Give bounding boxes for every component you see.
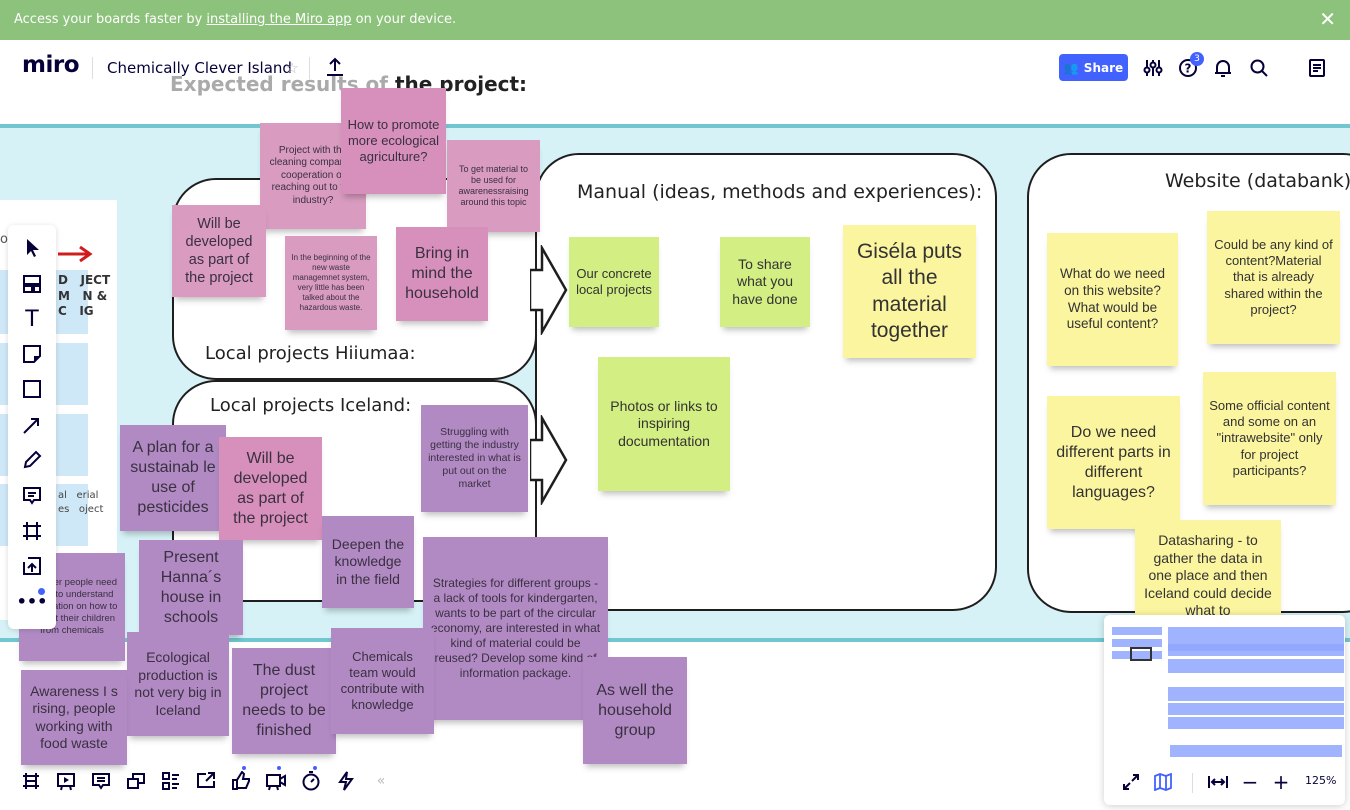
share-label: Share xyxy=(1083,60,1124,75)
notification-dot xyxy=(242,766,246,770)
sticky-note[interactable]: Present Hanna´s house in schools xyxy=(139,540,243,635)
red-arrow-icon xyxy=(58,245,93,263)
minimap-viewport[interactable] xyxy=(1130,647,1152,661)
creation-toolbar: T ••• xyxy=(8,225,56,629)
hiiumaa-label: Local projects Hiiumaa: xyxy=(205,343,416,364)
sticky-note[interactable]: To get material to be used for awareness… xyxy=(447,140,540,232)
sticky-note[interactable]: Do we need different parts in different … xyxy=(1047,396,1180,529)
bell-icon[interactable] xyxy=(1208,53,1238,83)
notification-dot xyxy=(38,588,45,595)
sticky-note[interactable]: The dust project needs to be finished xyxy=(232,648,336,754)
sticky-note[interactable]: To share what you have done xyxy=(720,237,810,327)
collaboration-toolbar: « xyxy=(16,766,396,798)
search-icon[interactable] xyxy=(1244,53,1274,83)
export-icon[interactable] xyxy=(320,52,350,82)
notes-panel-icon[interactable] xyxy=(1302,53,1332,83)
sticky-note[interactable]: Photos or links to inspiring documentati… xyxy=(598,357,730,491)
divider xyxy=(92,57,93,79)
sticky-note[interactable]: Our concrete local projects xyxy=(569,237,659,327)
board-title[interactable]: Chemically Clever Island xyxy=(107,59,292,77)
sticky-note[interactable]: As well the household group xyxy=(583,657,687,764)
fullscreen-icon[interactable] xyxy=(1116,767,1146,797)
share-screen-icon[interactable] xyxy=(191,766,221,796)
sticky-note[interactable]: Chemicals team would contribute with kno… xyxy=(331,628,434,734)
zoom-level[interactable]: 125% xyxy=(1305,774,1336,787)
video-chat-icon[interactable] xyxy=(261,766,291,796)
sticky-note[interactable]: Giséla puts all the material together xyxy=(843,225,976,358)
upload-icon[interactable] xyxy=(17,551,47,581)
arrow-right-icon xyxy=(530,415,568,505)
sticky-note[interactable]: Ecological production is not very big in… xyxy=(127,632,229,736)
sticky-note[interactable]: Will be developed as part of the project xyxy=(219,437,322,540)
users-icon: 👥 xyxy=(1063,60,1079,75)
connection-line-icon[interactable] xyxy=(17,410,47,440)
manual-label: Manual (ideas, methods and experiences): xyxy=(577,181,983,203)
kanban-list-icon[interactable] xyxy=(156,766,186,796)
divider xyxy=(309,57,310,79)
fit-to-screen-icon[interactable] xyxy=(1203,767,1233,797)
panel-cell-text: D JECT M N & C IG xyxy=(58,273,111,319)
lightning-icon[interactable] xyxy=(331,766,361,796)
templates-icon[interactable] xyxy=(17,269,47,299)
sticky-note[interactable]: What do we need on this website? What wo… xyxy=(1047,233,1178,366)
svg-text:?: ? xyxy=(1185,62,1192,76)
sticky-note[interactable]: In the beginning of the new waste manage… xyxy=(285,236,377,330)
banner-text-suffix: on your device. xyxy=(351,12,457,27)
sticky-note[interactable]: Could be any kind of content?Material th… xyxy=(1207,211,1340,344)
notification-dot xyxy=(277,766,281,770)
sticky-note[interactable]: How to promote more ecological agricultu… xyxy=(341,88,446,194)
sticky-note[interactable]: Struggling with getting the industry int… xyxy=(421,405,528,512)
iceland-label: Local projects Iceland: xyxy=(210,395,412,416)
presentation-icon[interactable] xyxy=(51,766,81,796)
minimap-view[interactable] xyxy=(1108,623,1344,758)
sticky-note[interactable]: Strategies for different groups - a lack… xyxy=(423,537,608,720)
star-icon[interactable]: ☆ xyxy=(277,53,307,83)
sticky-note[interactable]: Will be developed as part of the project xyxy=(172,205,266,297)
frames-icon[interactable] xyxy=(16,766,46,796)
cards-icon[interactable] xyxy=(121,766,151,796)
miro-logo[interactable]: miro xyxy=(22,52,80,78)
arrow-right-icon xyxy=(530,245,568,335)
frame-icon[interactable] xyxy=(17,516,47,546)
website-label: Website (databank): xyxy=(1165,170,1350,192)
map-icon[interactable] xyxy=(1148,767,1178,797)
sticky-note[interactable]: Some official content and some on an "in… xyxy=(1203,372,1336,505)
comment-icon[interactable] xyxy=(17,481,47,511)
pen-icon[interactable] xyxy=(17,445,47,475)
minimap-panel: − + 125% xyxy=(1104,615,1345,805)
banner-text: Access your boards faster by xyxy=(14,12,207,27)
sticky-note[interactable]: A plan for a sustainab le use of pestici… xyxy=(120,425,226,531)
timer-icon[interactable] xyxy=(296,766,326,796)
help-badge: 3 xyxy=(1190,52,1204,66)
voting-thumbs-up-icon[interactable] xyxy=(226,766,256,796)
sticky-note-icon[interactable] xyxy=(17,339,47,369)
select-cursor-icon[interactable] xyxy=(17,233,47,263)
zoom-out-icon[interactable]: − xyxy=(1235,767,1265,797)
panel-cell-text: al erial es oject xyxy=(58,490,104,515)
text-icon[interactable]: T xyxy=(17,304,47,334)
sticky-note[interactable]: Bring in mind the household xyxy=(396,227,488,321)
divider xyxy=(1192,773,1193,793)
zoom-in-icon[interactable]: + xyxy=(1266,767,1296,797)
shape-icon[interactable] xyxy=(17,374,47,404)
settings-sliders-icon[interactable] xyxy=(1138,53,1168,83)
install-app-banner: Access your boards faster by installing … xyxy=(0,0,1350,40)
sticky-note[interactable]: Awareness I s rising, people working wit… xyxy=(21,670,127,765)
close-banner-icon[interactable]: ✕ xyxy=(1319,0,1336,38)
sticky-note[interactable]: Deepen the knowledge in the field xyxy=(322,516,414,608)
install-app-link[interactable]: installing the Miro app xyxy=(206,12,351,27)
collapse-toolbar-icon[interactable]: « xyxy=(366,766,396,796)
share-button[interactable]: 👥 Share xyxy=(1059,54,1128,81)
notification-dot xyxy=(313,766,317,770)
comments-icon[interactable] xyxy=(86,766,116,796)
